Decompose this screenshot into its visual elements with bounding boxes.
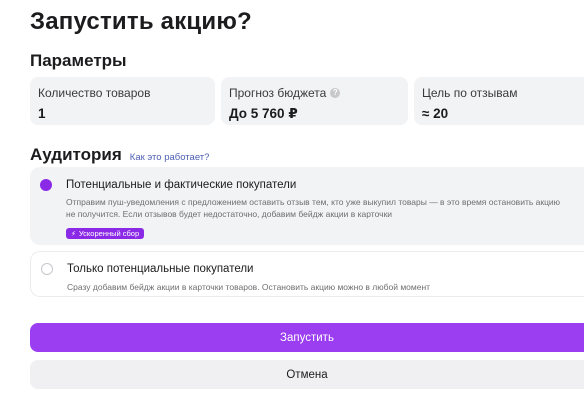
- badge-label: Ускоренный сбор: [78, 229, 140, 238]
- how-it-works-link[interactable]: Как это работает?: [130, 152, 210, 163]
- param-value: ≈ 20: [422, 106, 449, 121]
- audience-option-potential-and-actual[interactable]: Потенциальные и фактические покупатели О…: [30, 167, 584, 245]
- launch-button[interactable]: Запустить: [30, 323, 584, 352]
- radio-selected-icon[interactable]: [40, 179, 52, 191]
- param-label: Прогноз бюджета: [229, 86, 327, 100]
- param-label: Цель по отзывам: [422, 86, 518, 100]
- param-card-budget-forecast: Прогноз бюджета ? До 5 760 ₽: [221, 77, 408, 125]
- param-label-row: Прогноз бюджета ?: [229, 86, 400, 100]
- option-description: Отправим пуш-уведомления с предложением …: [66, 197, 561, 219]
- param-card-reviews-goal: Цель по отзывам ≈ 20: [414, 77, 584, 125]
- info-icon[interactable]: ?: [330, 88, 341, 98]
- param-card-products-count: Количество товаров 1: [30, 77, 215, 125]
- option-title: Только потенциальные покупатели: [67, 263, 254, 275]
- option-title: Потенциальные и фактические покупатели: [66, 179, 297, 191]
- lightning-icon: ⚡: [71, 230, 76, 238]
- audience-heading: Аудитория: [30, 145, 122, 164]
- parameters-cards: Количество товаров 1 Прогноз бюджета ? Д…: [30, 77, 584, 125]
- accelerated-badge: ⚡ Ускоренный сбор: [66, 228, 145, 239]
- param-label: Количество товаров: [38, 86, 151, 100]
- option-description: Сразу добавим бейдж акции в карточки тов…: [67, 282, 431, 292]
- audience-header: Аудитория Как это работает?: [30, 145, 209, 165]
- param-value: До 5 760 ₽: [229, 106, 298, 121]
- dialog-title: Запустить акцию?: [30, 8, 252, 35]
- audience-option-potential-only[interactable]: Только потенциальные покупатели Сразу до…: [30, 251, 584, 297]
- parameters-heading: Параметры: [30, 51, 127, 70]
- radio-unselected-icon[interactable]: [41, 263, 53, 275]
- cancel-button[interactable]: Отмена: [30, 360, 584, 389]
- param-value: 1: [38, 106, 46, 121]
